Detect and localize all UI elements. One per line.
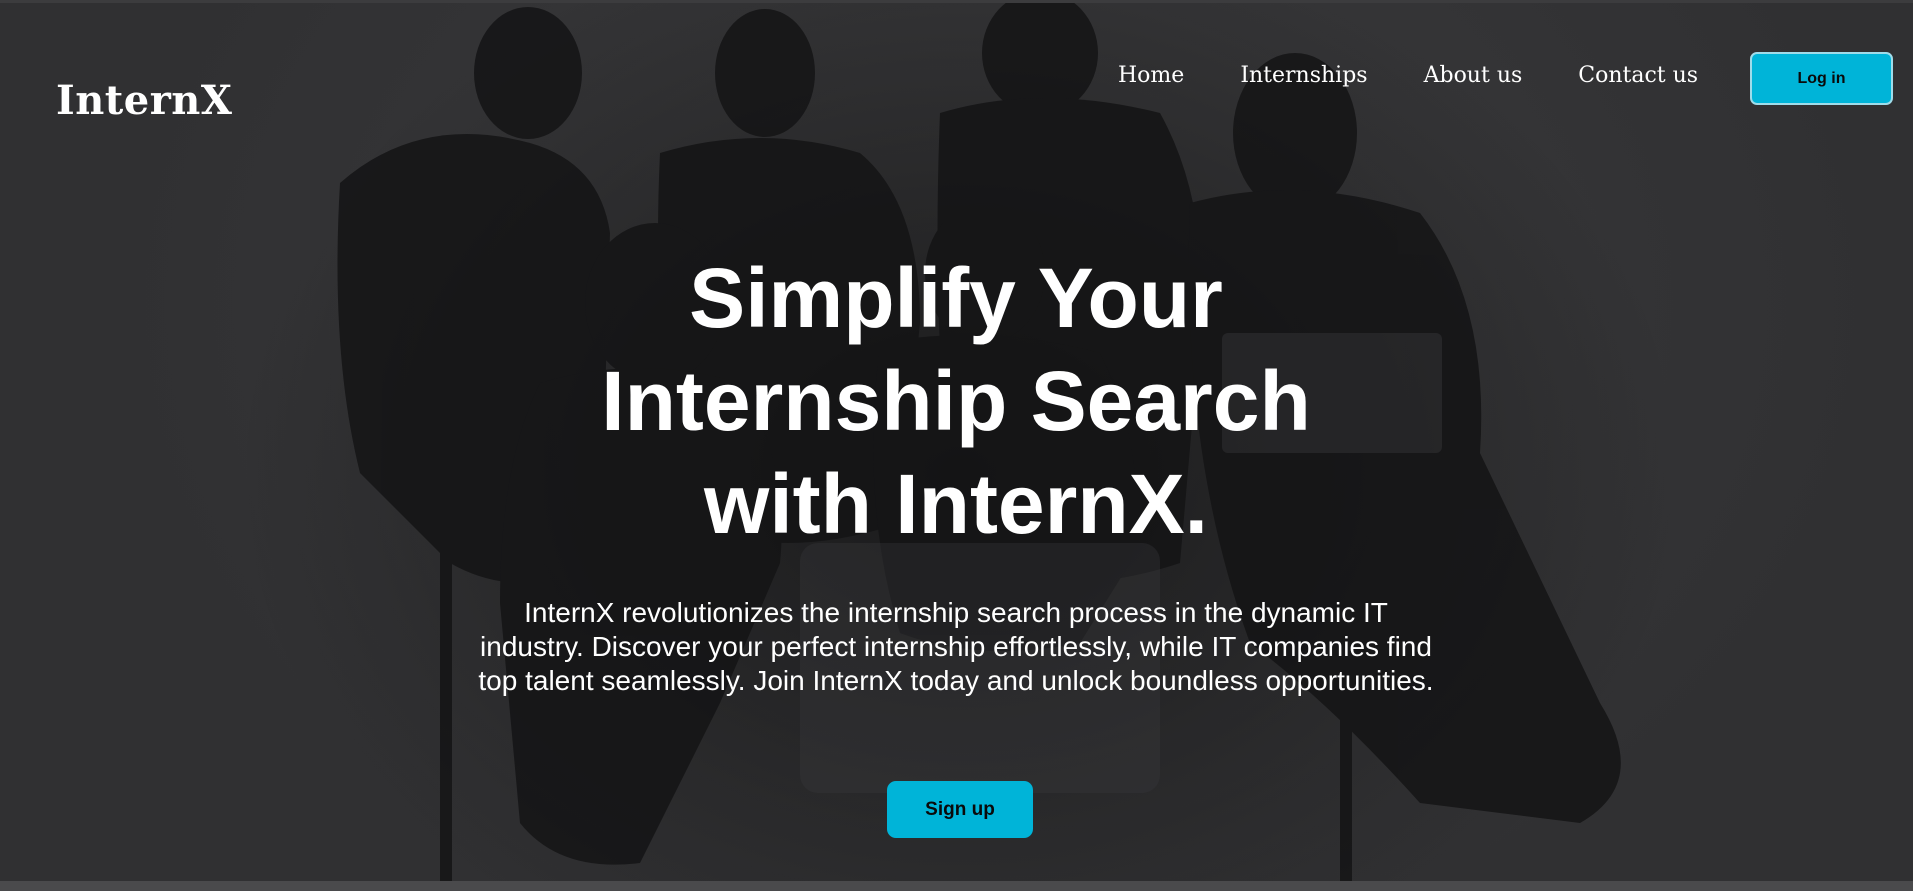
nav-link-internships[interactable]: Internships <box>1240 63 1367 88</box>
site-logo[interactable]: InternX <box>56 77 232 124</box>
hero-headline-line-1: Simplify Your <box>689 251 1223 345</box>
nav-link-contact-us[interactable]: Contact us <box>1578 63 1698 88</box>
landing-page: InternX Home Internships About us Contac… <box>0 0 1913 891</box>
hero-headline-line-2: Internship Search <box>601 354 1311 448</box>
hero-headline: Simplify Your Internship Search with Int… <box>456 247 1456 556</box>
hero-headline-line-3: with InternX. <box>704 457 1208 551</box>
nav-link-home[interactable]: Home <box>1118 63 1184 88</box>
nav-link-about-us[interactable]: About us <box>1424 63 1523 88</box>
main-nav: Home Internships About us Contact us <box>1118 63 1754 88</box>
hero-description: InternX revolutionizes the internship se… <box>478 597 1434 696</box>
hero-section: InternX Home Internships About us Contac… <box>0 3 1913 881</box>
signup-button[interactable]: Sign up <box>887 781 1033 838</box>
window-bottom-bar <box>0 881 1913 891</box>
login-button[interactable]: Log in <box>1750 52 1893 105</box>
